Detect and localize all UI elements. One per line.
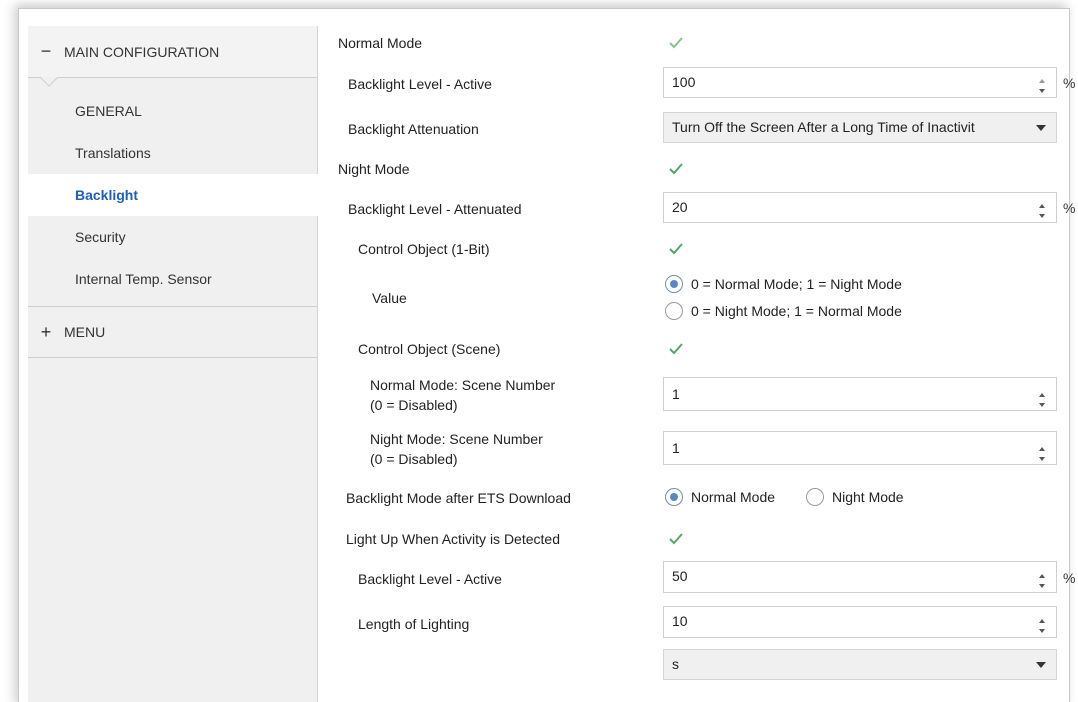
sidebar-subitems: GENERAL Translations Backlight Security … bbox=[28, 90, 318, 300]
normal-scene-number-label-1: Normal Mode: Scene Number bbox=[370, 377, 556, 393]
mode-after-download-label: Backlight Mode after ETS Download bbox=[346, 490, 571, 506]
checkmark-icon bbox=[669, 163, 683, 175]
backlight-level-active-label: Backlight Level - Active bbox=[348, 76, 492, 92]
backlight-level-active-2-label: Backlight Level - Active bbox=[358, 571, 502, 587]
value-label: Value bbox=[372, 290, 407, 306]
length-of-lighting-input[interactable]: 10 bbox=[663, 606, 1057, 638]
radio-selected-icon[interactable] bbox=[665, 488, 683, 506]
select-value: Turn Off the Screen After a Long Time of… bbox=[672, 119, 975, 135]
spinner-icon[interactable] bbox=[1038, 200, 1046, 218]
night-scene-number-label-1: Night Mode: Scene Number bbox=[370, 431, 543, 447]
checkmark-icon bbox=[669, 343, 683, 355]
parameter-panel: Normal Mode Backlight Level - Active 100… bbox=[330, 26, 1075, 702]
mode-after-download-normal[interactable]: Normal Mode bbox=[665, 488, 775, 506]
radio-unselected-icon[interactable] bbox=[806, 488, 824, 506]
sidebar-item-translations[interactable]: Translations bbox=[28, 132, 317, 174]
select-value: s bbox=[672, 656, 679, 672]
spinner-icon[interactable] bbox=[1038, 615, 1046, 633]
radio-option-label: 0 = Normal Mode; 1 = Night Mode bbox=[691, 276, 902, 292]
group-label: MAIN CONFIGURATION bbox=[64, 43, 220, 60]
value-radio-option-1[interactable]: 0 = Normal Mode; 1 = Night Mode bbox=[665, 275, 902, 293]
backlight-attenuation-select[interactable]: Turn Off the Screen After a Long Time of… bbox=[663, 112, 1057, 143]
light-up-activity-label: Light Up When Activity is Detected bbox=[346, 531, 560, 547]
backlight-level-active-2-input[interactable]: 50 bbox=[663, 561, 1057, 593]
night-scene-number-label-2: (0 = Disabled) bbox=[370, 451, 458, 467]
mode-after-download-night[interactable]: Night Mode bbox=[806, 488, 904, 506]
radio-option-label: 0 = Night Mode; 1 = Normal Mode bbox=[691, 303, 902, 319]
dropdown-arrow-icon bbox=[1036, 662, 1046, 668]
control-object-1bit-checkbox[interactable] bbox=[668, 241, 684, 257]
sidebar: − MAIN CONFIGURATION GENERAL Translation… bbox=[28, 26, 318, 702]
length-of-lighting-label: Length of Lighting bbox=[358, 616, 470, 632]
group-label: MENU bbox=[64, 324, 106, 340]
checkmark-icon bbox=[669, 37, 683, 49]
radio-selected-icon[interactable] bbox=[665, 275, 683, 293]
spinner-icon[interactable] bbox=[1038, 441, 1046, 461]
backlight-level-active-input[interactable]: 100 bbox=[663, 67, 1057, 98]
checkmark-icon bbox=[669, 243, 683, 255]
backlight-level-attenuated-label: Backlight Level - Attenuated bbox=[348, 201, 522, 217]
percent-unit: % bbox=[1063, 570, 1076, 586]
sidebar-item-backlight[interactable]: Backlight bbox=[28, 174, 318, 216]
normal-scene-number-label-2: (0 = Disabled) bbox=[370, 397, 458, 413]
field-value: 10 bbox=[672, 613, 688, 629]
night-scene-number-input[interactable]: 1 bbox=[663, 431, 1057, 465]
radio-option-label: Night Mode bbox=[832, 489, 904, 505]
night-mode-label: Night Mode bbox=[338, 161, 410, 177]
spinner-icon[interactable] bbox=[1038, 570, 1046, 588]
night-mode-checkbox[interactable] bbox=[668, 161, 684, 177]
notch-icon bbox=[40, 77, 58, 87]
percent-unit: % bbox=[1063, 75, 1076, 91]
spinner-icon[interactable] bbox=[1038, 387, 1046, 407]
normal-mode-label: Normal Mode bbox=[338, 35, 423, 51]
light-up-activity-checkbox[interactable] bbox=[668, 531, 684, 547]
field-value: 1 bbox=[672, 386, 680, 402]
collapse-icon[interactable]: − bbox=[28, 41, 64, 62]
expand-icon[interactable]: + bbox=[28, 322, 64, 343]
value-radio-option-2[interactable]: 0 = Night Mode; 1 = Normal Mode bbox=[665, 302, 902, 320]
sidebar-item-general[interactable]: GENERAL bbox=[28, 90, 317, 132]
length-unit-select[interactable]: s bbox=[663, 649, 1057, 680]
field-value: 50 bbox=[672, 568, 688, 584]
radio-option-label: Normal Mode bbox=[691, 489, 776, 505]
checkmark-icon bbox=[669, 533, 683, 545]
radio-unselected-icon[interactable] bbox=[665, 302, 683, 320]
percent-unit: % bbox=[1063, 200, 1076, 216]
field-value: 100 bbox=[672, 74, 696, 90]
control-object-1bit-label: Control Object (1-Bit) bbox=[358, 241, 490, 257]
control-object-scene-checkbox[interactable] bbox=[668, 341, 684, 357]
backlight-attenuation-label: Backlight Attenuation bbox=[348, 121, 479, 137]
control-object-scene-label: Control Object (Scene) bbox=[358, 341, 501, 357]
spinner-icon[interactable] bbox=[1038, 75, 1046, 93]
normal-scene-number-input[interactable]: 1 bbox=[663, 377, 1057, 411]
group-menu[interactable]: + MENU bbox=[28, 306, 317, 358]
backlight-level-attenuated-input[interactable]: 20 bbox=[663, 192, 1057, 223]
field-value: 1 bbox=[672, 440, 680, 456]
normal-mode-checkbox[interactable] bbox=[668, 35, 684, 51]
sidebar-item-internal-temp-sensor[interactable]: Internal Temp. Sensor bbox=[28, 258, 317, 300]
sidebar-item-security[interactable]: Security bbox=[28, 216, 317, 258]
group-main-configuration[interactable]: − MAIN CONFIGURATION bbox=[28, 26, 317, 78]
field-value: 20 bbox=[672, 199, 688, 215]
dropdown-arrow-icon bbox=[1036, 125, 1046, 131]
